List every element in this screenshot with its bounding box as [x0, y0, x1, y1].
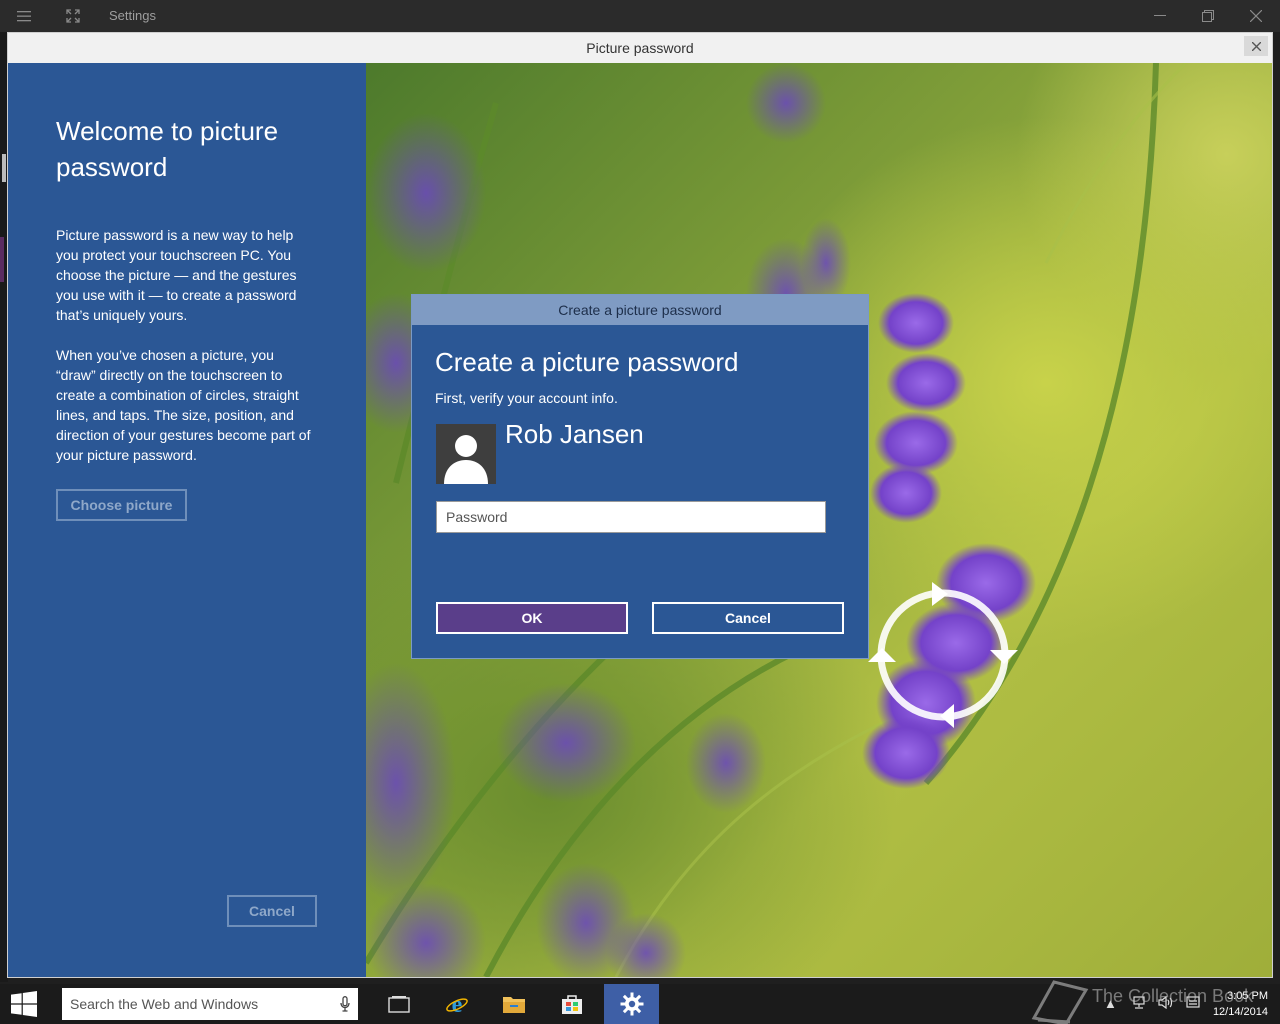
settings-taskbar-button[interactable]: [604, 984, 659, 1024]
store-button[interactable]: [548, 984, 596, 1024]
welcome-heading: Welcome to picture password: [56, 116, 279, 182]
task-view-button[interactable]: [375, 984, 423, 1024]
user-avatar: [436, 424, 496, 484]
fullscreen-icon[interactable]: [57, 0, 89, 32]
store-bag-icon: [562, 995, 582, 1014]
instructions-paragraph: When you’ve chosen a picture, you “draw”…: [56, 347, 311, 463]
book-watermark-icon: [1030, 978, 1090, 1024]
restore-button[interactable]: [1185, 0, 1231, 32]
watermark-text: The Collection Book: [1092, 986, 1254, 1006]
settings-titlebar: Settings: [0, 0, 1280, 32]
hamburger-menu-icon[interactable]: [8, 0, 40, 32]
file-explorer-button[interactable]: [490, 984, 538, 1024]
sidebar-cancel-button[interactable]: Cancel: [227, 895, 317, 927]
window-title: Settings: [109, 8, 156, 23]
password-input[interactable]: Password: [436, 501, 826, 533]
intro-paragraph: Picture password is a new way to help yo…: [56, 227, 297, 323]
windows-logo-icon: [11, 991, 37, 1017]
dialog-heading: Create a picture password: [435, 347, 739, 377]
microphone-icon[interactable]: [340, 988, 350, 1020]
create-picture-password-dialog: Create a picture password Create a pictu…: [411, 294, 869, 659]
scroll-indicator: [2, 154, 6, 182]
dialog-cancel-button[interactable]: Cancel: [652, 602, 844, 634]
gear-icon: [620, 992, 643, 1016]
task-view-icon: [388, 996, 410, 1013]
picture-password-close-button[interactable]: [1244, 36, 1268, 56]
close-button[interactable]: [1233, 0, 1279, 32]
start-button[interactable]: [0, 984, 48, 1024]
close-icon: [1251, 41, 1261, 51]
dialog-titlebar: Create a picture password: [412, 295, 868, 325]
internet-explorer-icon: e: [446, 992, 468, 1016]
svg-text:e: e: [452, 992, 463, 1016]
minimize-button[interactable]: [1137, 0, 1183, 32]
nav-selection-indicator: [0, 237, 4, 282]
search-placeholder: Search the Web and Windows: [70, 996, 259, 1012]
picture-password-titlebar: Picture password: [8, 33, 1272, 63]
picture-password-title: Picture password: [586, 40, 694, 56]
choose-picture-button[interactable]: Choose picture: [56, 489, 187, 521]
ok-button[interactable]: OK: [436, 602, 628, 634]
username: Rob Jansen: [505, 419, 644, 449]
search-box[interactable]: Search the Web and Windows: [62, 988, 358, 1020]
gesture-circle-icon: [868, 580, 1018, 730]
user-silhouette-icon: [444, 435, 488, 484]
dialog-subtitle: First, verify your account info.: [435, 390, 618, 406]
internet-explorer-button[interactable]: e: [433, 984, 481, 1024]
picture-password-sidebar: Welcome to picture password Picture pass…: [8, 63, 366, 977]
folder-icon: [503, 997, 525, 1013]
